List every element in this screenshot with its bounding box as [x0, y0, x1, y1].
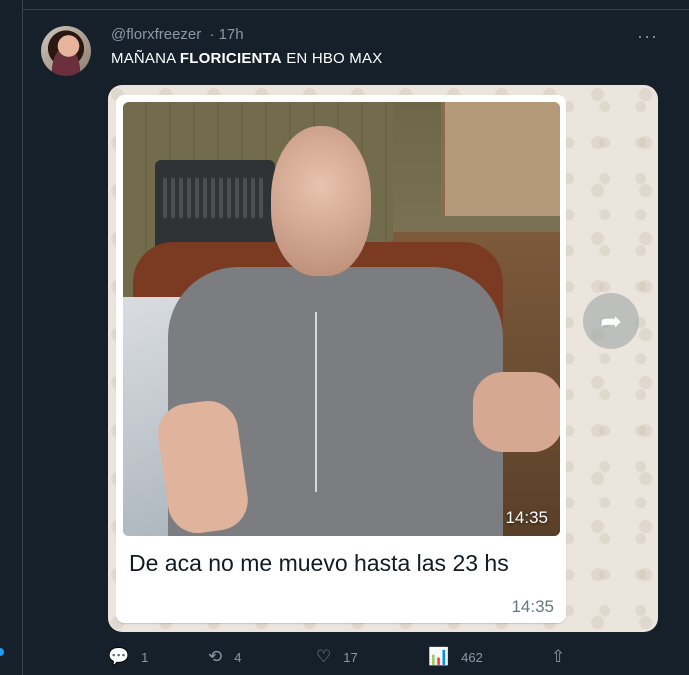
views-button[interactable]: 📊 462: [428, 647, 483, 667]
photo-cabinet: [441, 102, 560, 216]
tweet-meta: @florxfreezer · 17h: [111, 26, 244, 43]
avatar[interactable]: [41, 26, 91, 76]
photo-arm-right: [473, 372, 560, 452]
tweet-column: @florxfreezer · 17h MAÑANA FLORICIENTA E…: [22, 0, 689, 675]
photo-timestamp: 14:35: [505, 508, 548, 527]
tweet-text-bold: FLORICIENTA: [179, 50, 282, 67]
retweet-icon: ⟲: [208, 647, 223, 666]
left-rail: [0, 0, 22, 675]
share-button[interactable]: ⇧: [551, 647, 577, 667]
views-icon: 📊: [428, 647, 450, 666]
share-icon: ⇧: [551, 647, 566, 666]
like-button[interactable]: ♡ 17: [316, 647, 358, 667]
more-options-icon[interactable]: ···: [637, 26, 658, 47]
meta-dot: ·: [209, 26, 215, 43]
top-divider: [23, 9, 689, 10]
chat-photo[interactable]: 14:35: [123, 102, 560, 536]
tweet-text-part2: EN HBO MAX: [281, 50, 383, 67]
reply-icon: 💬: [108, 647, 130, 666]
tweet-time[interactable]: 17h: [219, 26, 244, 43]
reply-count: 1: [141, 649, 149, 665]
chat-bubble: 14:35 De aca no me muevo hasta las 23 hs…: [116, 95, 566, 623]
retweet-button[interactable]: ⟲ 4: [208, 647, 241, 667]
reply-button[interactable]: 💬 1: [108, 647, 148, 667]
heart-icon: ♡: [316, 647, 332, 666]
forward-icon[interactable]: ➦: [583, 293, 639, 349]
photo-head: [271, 126, 371, 276]
tweet-actions: 💬 1 ⟲ 4 ♡ 17 📊 462 ⇧: [23, 647, 689, 667]
views-count: 462: [461, 649, 483, 665]
chat-message-text: De aca no me muevo hasta las 23 hs: [129, 550, 509, 576]
photo-shirt-drawing: [315, 312, 437, 492]
tweet-text-part1: MAÑANA: [111, 50, 180, 67]
retweet-count: 4: [234, 649, 242, 665]
notification-dot: [0, 648, 4, 656]
tweet-text: MAÑANA FLORICIENTA EN HBO MAX: [111, 50, 382, 67]
like-count: 17: [343, 649, 358, 665]
tweet-media[interactable]: 14:35 De aca no me muevo hasta las 23 hs…: [108, 85, 658, 632]
chat-message-time: 14:35: [511, 597, 554, 616]
user-handle[interactable]: @florxfreezer: [111, 26, 201, 43]
